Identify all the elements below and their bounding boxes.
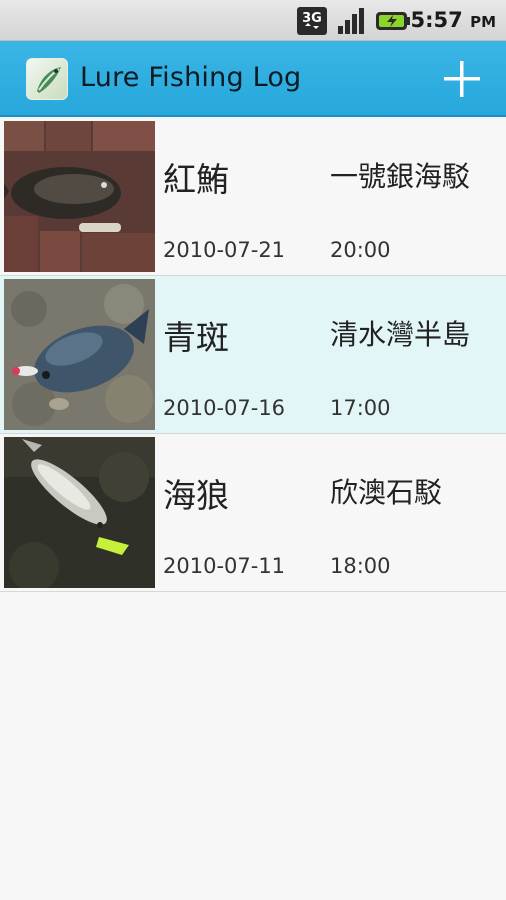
catch-list-item[interactable]: 青斑 清水灣半島 2010-07-16 17:00 [0,276,506,434]
fish-photo-green-grouper [4,279,155,430]
lure-app-icon [26,58,68,100]
add-catch-button[interactable] [436,53,488,105]
catch-location: 欣澳石駁 [330,476,443,509]
network-label: 3G [302,11,322,26]
action-bar: Lure Fishing Log [0,41,506,117]
status-clock: 5:57 PM [411,8,496,32]
catch-list-item[interactable]: 紅鮪 一號銀海駁 2010-07-21 20:00 [0,118,506,276]
fish-photo-red-grouper [4,121,155,272]
plus-icon [444,61,480,97]
catch-species: 海狼 [163,476,229,515]
catch-species: 青斑 [163,318,229,357]
catch-date: 2010-07-16 [163,396,286,420]
clock-time: 5:57 [410,8,463,32]
catch-species: 紅鮪 [163,160,229,199]
fish-photo-seabass [4,437,155,588]
catch-time: 17:00 [330,396,391,420]
catch-location: 清水灣半島 [330,318,471,351]
signal-icon [338,8,364,34]
battery-charging-icon [376,12,410,30]
catch-date: 2010-07-11 [163,554,286,578]
clock-ampm: PM [470,13,496,31]
3g-icon: 3G [297,7,327,35]
catch-date: 2010-07-21 [163,238,286,262]
app-title: Lure Fishing Log [80,62,302,93]
catch-list: 紅鮪 一號銀海駁 2010-07-21 20:00 青斑 清水灣半島 2010-… [0,118,506,592]
catch-time: 18:00 [330,554,391,578]
catch-location: 一號銀海駁 [330,160,471,193]
catch-time: 20:00 [330,238,391,262]
status-bar: 3G 5:57 PM [0,0,506,41]
catch-list-item[interactable]: 海狼 欣澳石駁 2010-07-11 18:00 [0,434,506,592]
